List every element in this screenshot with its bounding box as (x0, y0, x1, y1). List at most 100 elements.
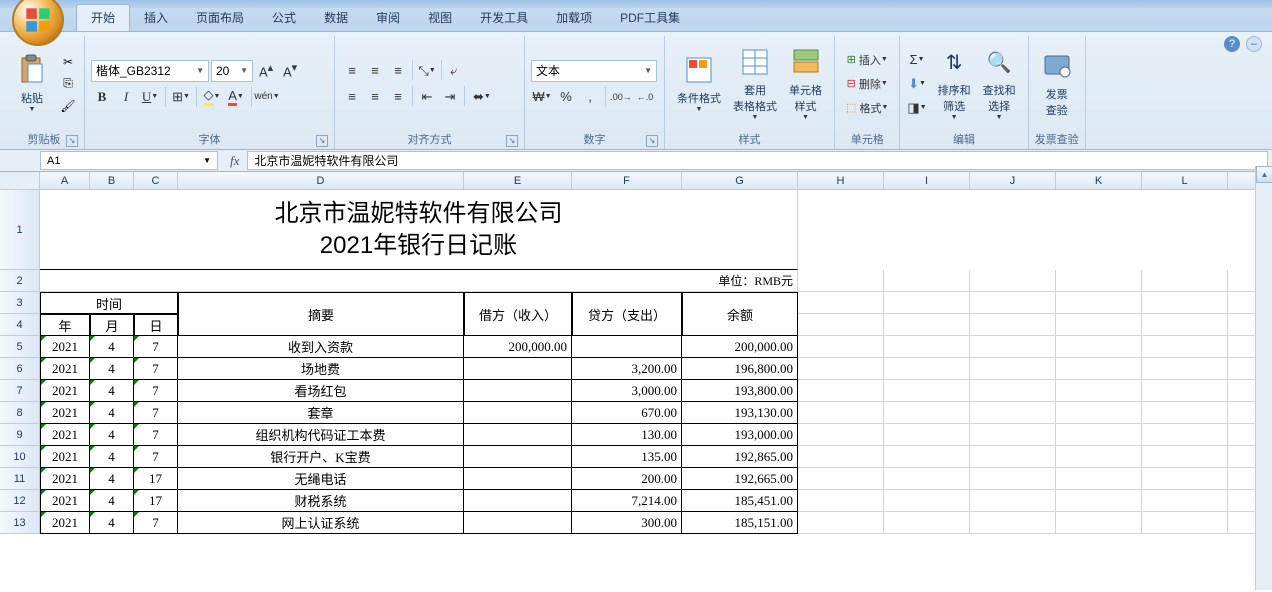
select-all-corner[interactable] (0, 172, 40, 190)
cell-empty[interactable] (970, 402, 1056, 424)
cell-empty[interactable] (884, 402, 970, 424)
data-summary[interactable]: 组织机构代码证工本费 (178, 424, 464, 446)
data-day[interactable]: 17 (134, 468, 178, 490)
data-summary[interactable]: 套章 (178, 402, 464, 424)
data-day[interactable]: 7 (134, 358, 178, 380)
tab-0[interactable]: 开始 (76, 4, 130, 31)
data-month[interactable]: 4 (90, 358, 134, 380)
data-credit[interactable]: 7,214.00 (572, 490, 682, 512)
scroll-up-button[interactable]: ▲ (1256, 166, 1272, 183)
tab-7[interactable]: 开发工具 (466, 5, 542, 31)
cell-empty[interactable] (1056, 314, 1142, 336)
col-header-L[interactable]: L (1142, 172, 1228, 190)
row-header-6[interactable]: 6 (0, 358, 40, 380)
cell-empty[interactable] (1056, 336, 1142, 358)
comma-button[interactable]: , (579, 86, 601, 108)
col-header-D[interactable]: D (178, 172, 464, 190)
cell-empty[interactable] (798, 402, 884, 424)
data-balance[interactable]: 196,800.00 (682, 358, 798, 380)
data-credit[interactable]: 130.00 (572, 424, 682, 446)
table-format-button[interactable]: 套用 表格格式▼ (727, 44, 783, 123)
hdr-summary[interactable]: 摘要 (178, 292, 464, 336)
hdr-balance[interactable]: 余额 (682, 292, 798, 336)
cell-empty[interactable] (970, 468, 1056, 490)
data-year[interactable]: 2021 (40, 468, 90, 490)
tab-9[interactable]: PDF工具集 (606, 5, 694, 31)
hdr-time[interactable]: 时间 (40, 292, 178, 314)
data-year[interactable]: 2021 (40, 424, 90, 446)
cell-styles-button[interactable]: 单元格 样式▼ (783, 44, 828, 123)
help-icon[interactable]: ? (1224, 36, 1240, 52)
row-header-8[interactable]: 8 (0, 402, 40, 424)
data-debit[interactable] (464, 468, 572, 490)
data-day[interactable]: 7 (134, 424, 178, 446)
title-cell[interactable]: 北京市温妮特软件有限公司2021年银行日记账 (40, 190, 798, 270)
font-name-select[interactable]: 楷体_GB2312▼ (91, 60, 209, 82)
cell-empty[interactable] (970, 292, 1056, 314)
data-year[interactable]: 2021 (40, 490, 90, 512)
conditional-format-button[interactable]: 条件格式▼ (671, 52, 727, 115)
spreadsheet-grid[interactable]: ABCDEFGHIJKLM 12345678910111213 北京市温妮特软件… (0, 172, 1272, 592)
data-summary[interactable]: 财税系统 (178, 490, 464, 512)
tab-3[interactable]: 公式 (258, 5, 310, 31)
orientation-button[interactable]: ⤡▼ (416, 60, 438, 82)
hdr-day[interactable]: 日 (134, 314, 178, 336)
row-header-10[interactable]: 10 (0, 446, 40, 468)
increase-indent-button[interactable]: ⇥ (439, 86, 461, 108)
col-header-G[interactable]: G (682, 172, 798, 190)
data-debit[interactable] (464, 490, 572, 512)
data-day[interactable]: 7 (134, 402, 178, 424)
cell-empty[interactable] (1056, 446, 1142, 468)
data-balance[interactable]: 193,800.00 (682, 380, 798, 402)
grow-font-button[interactable]: A▴ (255, 60, 277, 82)
row-header-9[interactable]: 9 (0, 424, 40, 446)
cell-empty[interactable] (970, 446, 1056, 468)
data-balance[interactable]: 200,000.00 (682, 336, 798, 358)
number-launcher[interactable]: ↘ (646, 135, 658, 147)
shrink-font-button[interactable]: A▾ (279, 60, 301, 82)
align-bottom-button[interactable]: ≡ (387, 60, 409, 82)
data-credit[interactable]: 200.00 (572, 468, 682, 490)
vertical-scrollbar[interactable]: ▲ (1255, 166, 1272, 590)
tab-5[interactable]: 审阅 (362, 5, 414, 31)
clipboard-launcher[interactable]: ↘ (66, 135, 78, 147)
italic-button[interactable]: I (115, 86, 137, 108)
cell-empty[interactable] (970, 358, 1056, 380)
cell-empty[interactable] (798, 490, 884, 512)
data-month[interactable]: 4 (90, 424, 134, 446)
cell-empty[interactable] (798, 446, 884, 468)
cell-empty[interactable] (884, 490, 970, 512)
cell-empty[interactable] (798, 336, 884, 358)
fill-button[interactable]: ⬇ ▼ (906, 73, 927, 95)
data-day[interactable]: 7 (134, 446, 178, 468)
data-year[interactable]: 2021 (40, 380, 90, 402)
invoice-check-button[interactable]: 发票 查验 (1035, 48, 1079, 120)
cell-empty[interactable] (884, 336, 970, 358)
cell-empty[interactable] (884, 446, 970, 468)
row-header-7[interactable]: 7 (0, 380, 40, 402)
hdr-year[interactable]: 年 (40, 314, 90, 336)
cell-empty[interactable] (1056, 402, 1142, 424)
data-day[interactable]: 7 (134, 512, 178, 534)
phonetic-button[interactable]: wén▼ (256, 86, 278, 108)
data-day[interactable]: 17 (134, 490, 178, 512)
cell-empty[interactable] (1056, 490, 1142, 512)
cell-empty[interactable] (970, 336, 1056, 358)
cell-empty[interactable] (1142, 270, 1228, 292)
cell-empty[interactable] (1056, 424, 1142, 446)
cell-empty[interactable] (1056, 358, 1142, 380)
font-size-select[interactable]: 20▼ (211, 60, 253, 82)
data-summary[interactable]: 看场红包 (178, 380, 464, 402)
data-year[interactable]: 2021 (40, 446, 90, 468)
data-balance[interactable]: 192,665.00 (682, 468, 798, 490)
cell-empty[interactable] (1142, 292, 1228, 314)
cell-empty[interactable] (1142, 402, 1228, 424)
autosum-button[interactable]: Σ ▼ (906, 49, 927, 71)
data-day[interactable]: 7 (134, 336, 178, 358)
data-credit[interactable]: 3,200.00 (572, 358, 682, 380)
fx-icon[interactable]: fx (230, 153, 239, 169)
data-summary[interactable]: 收到入资款 (178, 336, 464, 358)
font-launcher[interactable]: ↘ (316, 135, 328, 147)
cell-empty[interactable] (798, 314, 884, 336)
cell-empty[interactable] (1142, 468, 1228, 490)
